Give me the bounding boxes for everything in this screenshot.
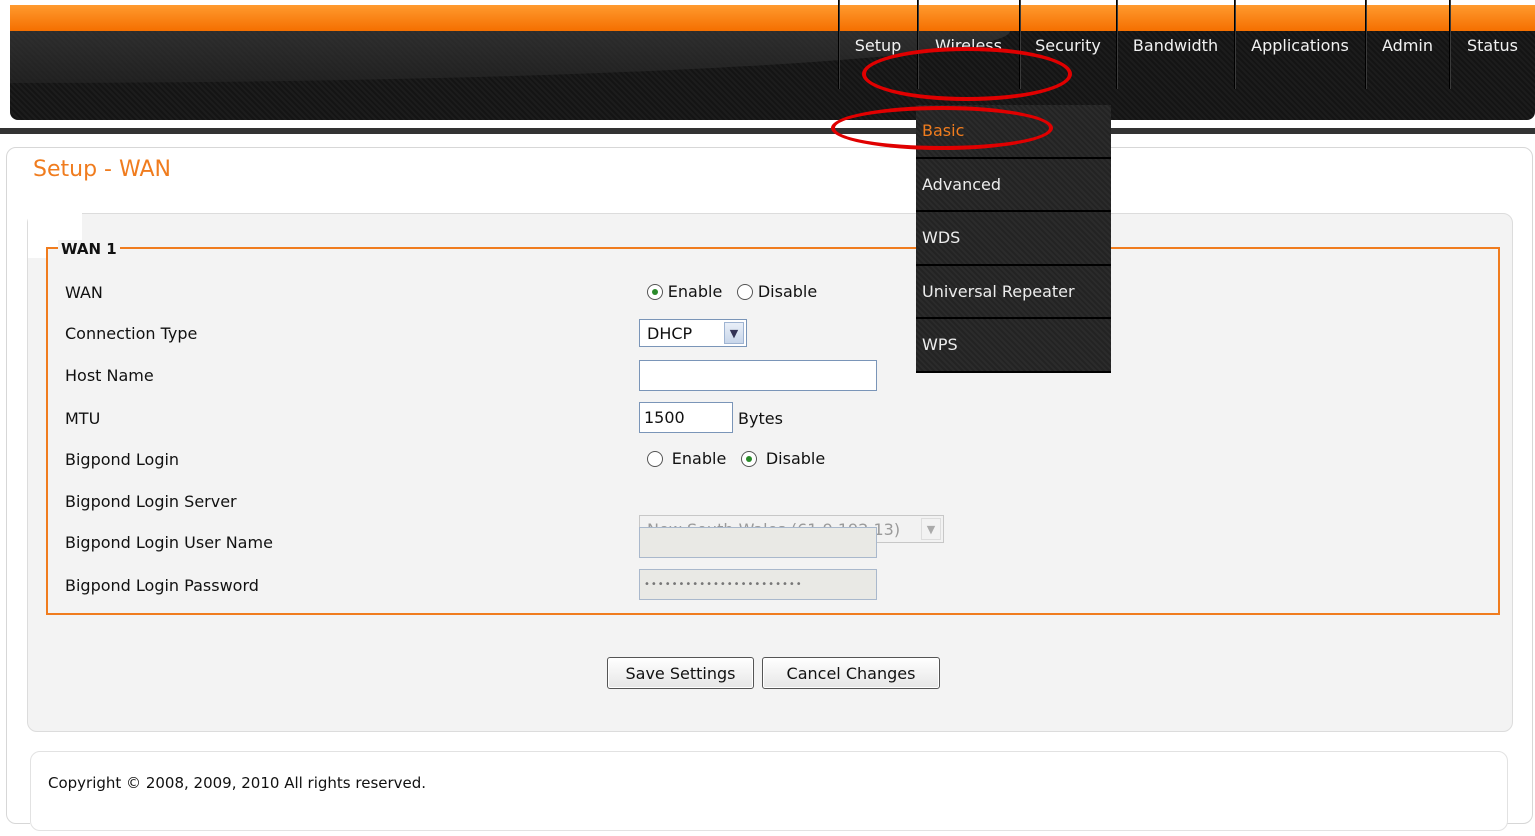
header-divider [0, 128, 1535, 134]
nav-setup[interactable]: Setup [838, 0, 917, 89]
menu-item-universal-repeater[interactable]: Universal Repeater [916, 265, 1111, 319]
connection-type-label: Connection Type [65, 324, 198, 343]
connection-type-select[interactable]: DHCP ▼ [639, 319, 747, 347]
bigpond-disable-radio[interactable] [741, 450, 758, 467]
nav-wireless[interactable]: Wireless [917, 0, 1019, 89]
host-name-label: Host Name [65, 366, 154, 385]
mtu-input[interactable]: 1500 [639, 402, 733, 433]
wan-fieldset [46, 247, 1500, 615]
chevron-down-icon: ▼ [921, 518, 941, 540]
connection-type-value: DHCP [647, 323, 693, 343]
bigpond-password-label: Bigpond Login Password [65, 576, 259, 595]
menu-item-wds[interactable]: WDS [916, 212, 1111, 266]
wireless-dropdown-menu: Basic Advanced WDS Universal Repeater WP… [916, 105, 1111, 373]
menu-item-advanced[interactable]: Advanced [916, 158, 1111, 212]
bigpond-disable-label: Disable [765, 449, 826, 468]
bigpond-login-radio-group: Enable Disable [647, 449, 825, 468]
wan-disable-label: Disable [757, 282, 818, 301]
wan-disable-radio[interactable] [737, 283, 754, 300]
menu-item-wps[interactable]: WPS [916, 319, 1111, 373]
bigpond-login-label: Bigpond Login [65, 450, 180, 469]
mtu-unit: Bytes [738, 409, 783, 428]
mtu-label: MTU [65, 409, 101, 428]
nav-bandwidth[interactable]: Bandwidth [1116, 0, 1234, 89]
nav-status[interactable]: Status [1449, 0, 1535, 89]
bigpond-user-label: Bigpond Login User Name [65, 533, 273, 552]
host-name-input[interactable] [639, 360, 877, 391]
wan-enable-label: Enable [667, 282, 723, 301]
nav-security[interactable]: Security [1019, 0, 1116, 89]
wan-legend: WAN 1 [58, 240, 120, 258]
cancel-changes-button[interactable]: Cancel Changes [762, 657, 940, 689]
nav-applications[interactable]: Applications [1234, 0, 1365, 89]
chevron-down-icon: ▼ [724, 322, 744, 344]
menu-item-basic[interactable]: Basic [916, 105, 1111, 159]
bigpond-server-label: Bigpond Login Server [65, 492, 237, 511]
save-settings-button[interactable]: Save Settings [607, 657, 754, 689]
bigpond-enable-label: Enable [671, 449, 727, 468]
bigpond-enable-radio[interactable] [647, 450, 663, 467]
nav-admin[interactable]: Admin [1365, 0, 1449, 89]
bigpond-password-input[interactable]: ••••••••••••••••••••••• [639, 569, 877, 600]
wan-label: WAN [65, 283, 103, 302]
page-title: Setup - WAN [33, 157, 172, 182]
copyright-text: Copyright © 2008, 2009, 2010 All rights … [48, 774, 427, 792]
wan-radio-group: Enable Disable [647, 282, 817, 301]
bigpond-user-input[interactable] [639, 527, 877, 558]
wan-enable-radio[interactable] [647, 283, 663, 300]
